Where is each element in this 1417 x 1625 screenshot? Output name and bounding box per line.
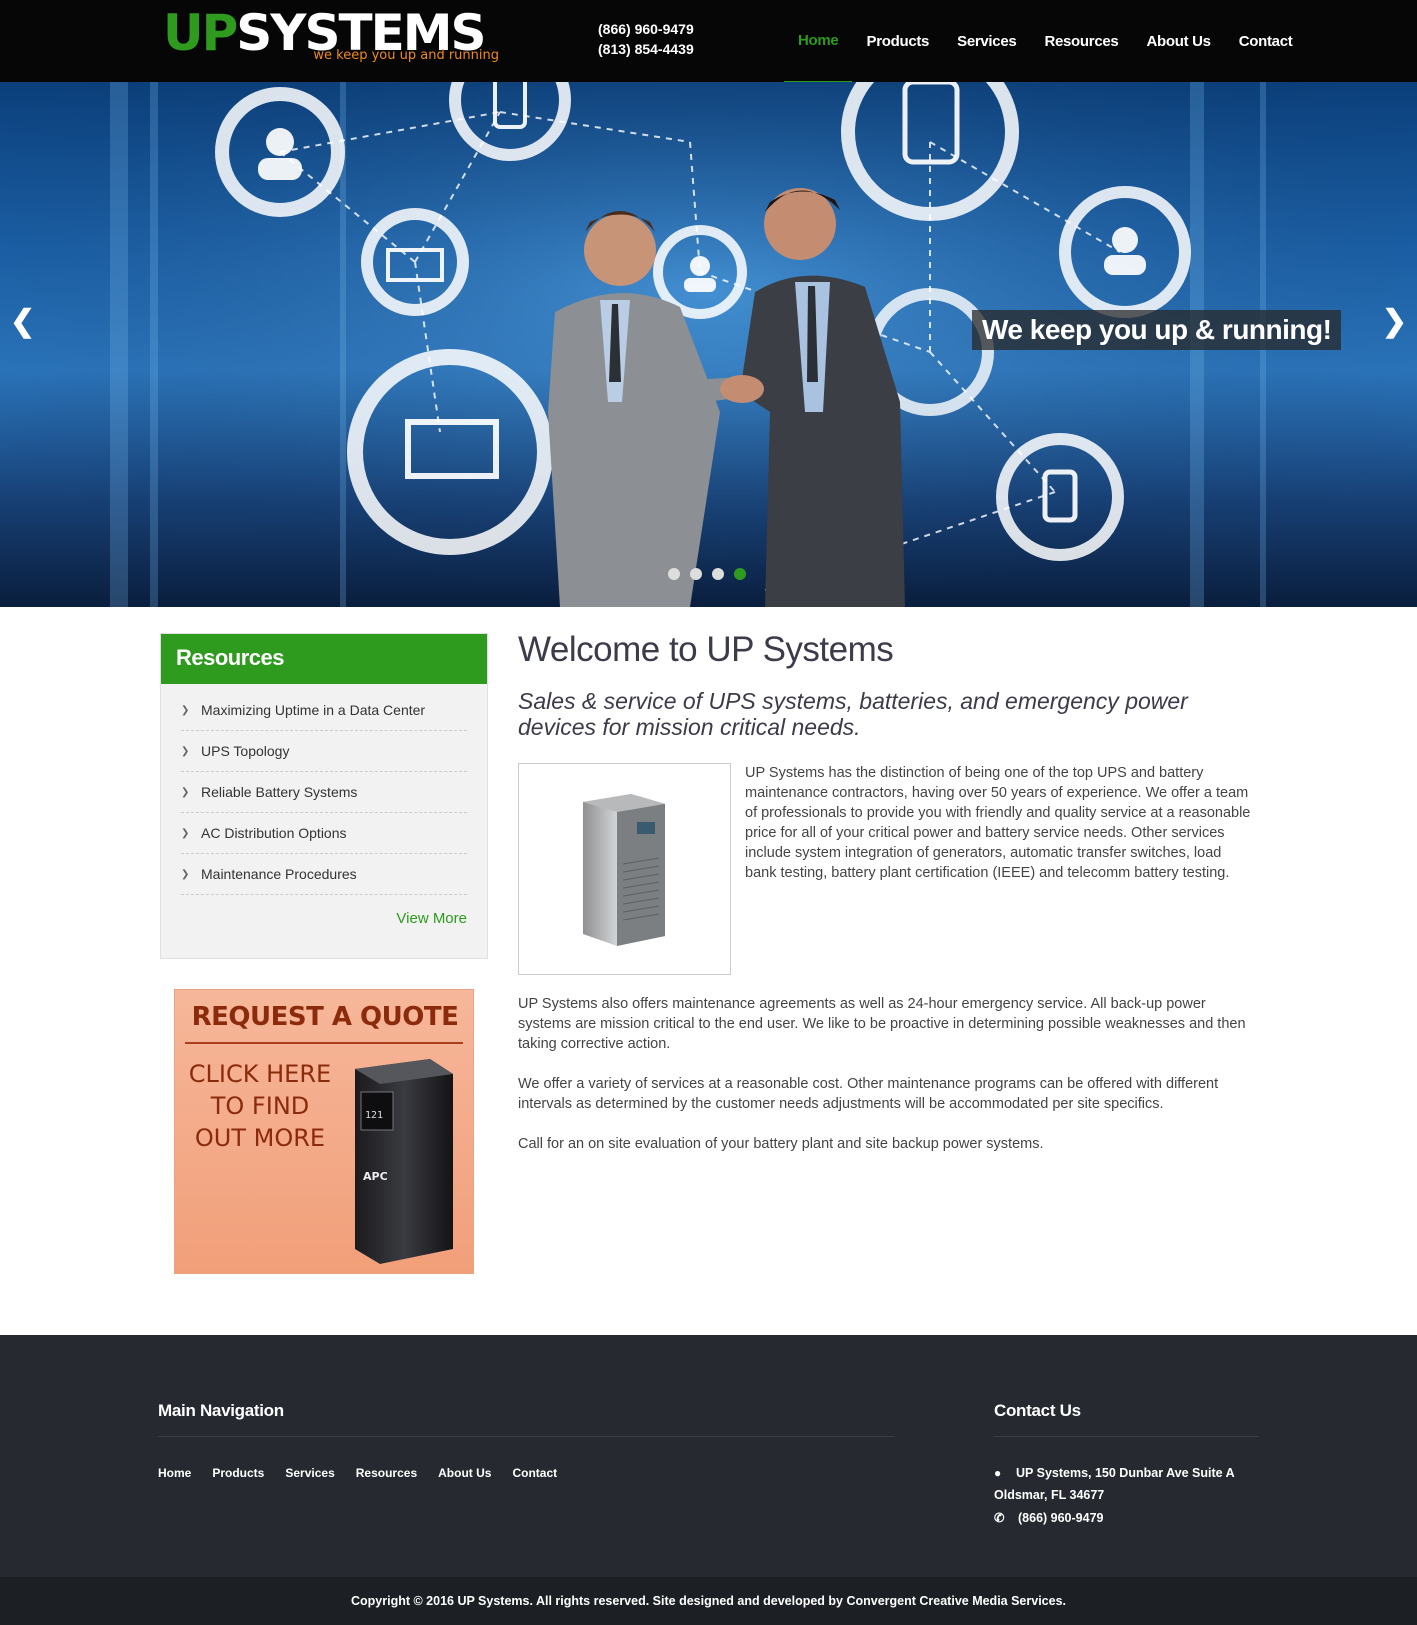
resource-label: AC Distribution Options	[201, 825, 347, 841]
resource-link[interactable]: ❯ Maintenance Procedures	[181, 854, 467, 895]
resource-link[interactable]: ❯ Maximizing Uptime in a Data Center	[181, 690, 467, 731]
view-more-link[interactable]: View More	[396, 910, 467, 927]
product-image	[518, 763, 731, 975]
resource-link[interactable]: ❯ UPS Topology	[181, 731, 467, 772]
footer-nav-products[interactable]: Products	[212, 1466, 264, 1480]
chevron-right-icon: ❯	[1381, 305, 1407, 338]
bullet-icon: ❯	[181, 827, 190, 839]
phone-secondary[interactable]: (813) 854-4439	[598, 39, 694, 59]
resources-panel: Resources ❯ Maximizing Uptime in a Data C…	[160, 633, 488, 959]
site-header: UPSYSTEMS we keep you up and running (86…	[0, 0, 1417, 82]
logo-up-text: UP	[163, 4, 238, 62]
copyright-bar: Copyright © 2016 UP Systems. All rights …	[0, 1577, 1417, 1625]
main-nav: Home Products Services Resources About U…	[784, 0, 1306, 82]
body-paragraph: UP Systems also offers maintenance agree…	[518, 996, 1246, 1052]
slider-dot-active[interactable]	[734, 568, 746, 580]
logo-tagline: we keep you up and running	[313, 48, 499, 63]
footer-nav-home[interactable]: Home	[158, 1466, 191, 1480]
chevron-left-icon: ❮	[10, 305, 36, 338]
slider-prev-button[interactable]: ❮	[10, 304, 35, 339]
ups-device-image: 121 APC	[355, 1059, 453, 1264]
quote-title: REQUEST A QUOTE	[191, 1002, 459, 1032]
phone-primary[interactable]: (866) 960-9479	[598, 19, 694, 39]
footer-phone-number: (866) 960-9479	[1018, 1511, 1104, 1525]
bullet-icon: ❯	[181, 745, 190, 757]
footer-nav-contact[interactable]: Contact	[512, 1466, 557, 1480]
bullet-icon: ❯	[181, 868, 190, 880]
bullet-icon: ❯	[181, 786, 190, 798]
map-marker-icon: ●	[994, 1466, 1002, 1480]
footer-nav-about-us[interactable]: About Us	[438, 1466, 491, 1480]
resource-label: Maintenance Procedures	[201, 866, 357, 882]
divider	[994, 1436, 1259, 1437]
quote-divider	[185, 1042, 463, 1044]
resources-list: ❯ Maximizing Uptime in a Data Center ❯ UPS…	[181, 690, 467, 895]
resource-link[interactable]: ❯ Reliable Battery Systems	[181, 772, 467, 813]
footer-nav-title: Main Navigation	[158, 1401, 284, 1420]
slider-dot[interactable]	[690, 568, 702, 580]
slider-dot[interactable]	[712, 568, 724, 580]
nav-contact[interactable]: Contact	[1225, 0, 1307, 82]
svg-text:121: 121	[365, 1110, 383, 1121]
nav-products[interactable]: Products	[852, 0, 943, 82]
logo[interactable]: UPSYSTEMS we keep you up and running	[163, 4, 503, 70]
address-line: Oldsmar, FL 34677	[994, 1488, 1105, 1502]
hero-slider: ❮ ❯ We keep you up & running!	[0, 82, 1417, 607]
phone-icon: ✆	[994, 1511, 1005, 1525]
resources-title: Resources	[161, 634, 487, 684]
resource-label: Reliable Battery Systems	[201, 784, 358, 800]
address-line: UP Systems, 150 Dunbar Ave Suite A	[1016, 1466, 1235, 1480]
footer-nav-services[interactable]: Services	[285, 1466, 334, 1480]
header-phones: (866) 960-9479 (813) 854-4439	[598, 19, 694, 59]
footer-phone[interactable]: ✆ (866) 960-9479	[994, 1510, 1103, 1525]
nav-about-us[interactable]: About Us	[1132, 0, 1224, 82]
page-subtitle: Sales & service of UPS systems, batterie…	[518, 688, 1188, 740]
footer-nav-resources[interactable]: Resources	[356, 1466, 417, 1480]
quote-cta-text: CLICK HERE TO FIND OUT MORE	[188, 1060, 332, 1152]
footer-contact-title: Contact Us	[994, 1401, 1081, 1420]
body-paragraph: We offer a variety of services at a reas…	[518, 1076, 1219, 1112]
nav-resources[interactable]: Resources	[1030, 0, 1132, 82]
bullet-icon: ❯	[181, 704, 190, 716]
resource-link[interactable]: ❯ AC Distribution Options	[181, 813, 467, 854]
intro-paragraph: UP Systems has the distinction of being …	[745, 765, 1251, 881]
page-title: Welcome to UP Systems	[518, 630, 894, 669]
slider-dots	[668, 568, 746, 580]
footer-address: ● UP Systems, 150 Dunbar Ave Suite A Olds…	[994, 1462, 1235, 1506]
footer-nav: Home Products Services Resources About U…	[158, 1466, 557, 1480]
body-paragraphs: UP Systems also offers maintenance agree…	[518, 994, 1258, 1174]
nav-services[interactable]: Services	[943, 0, 1030, 82]
resource-label: Maximizing Uptime in a Data Center	[201, 702, 426, 718]
nav-home[interactable]: Home	[784, 0, 853, 82]
svg-text:APC: APC	[363, 1170, 388, 1183]
site-footer: Main Navigation Home Products Services R…	[0, 1335, 1417, 1577]
slider-dot[interactable]	[668, 568, 680, 580]
resource-label: UPS Topology	[201, 743, 290, 759]
body-paragraph: Call for an on site evaluation of your b…	[518, 1136, 1044, 1152]
request-quote-banner[interactable]: REQUEST A QUOTE CLICK HERE TO FIND OUT M…	[174, 989, 474, 1274]
slider-next-button[interactable]: ❯	[1382, 304, 1407, 339]
hero-caption: We keep you up & running!	[972, 310, 1342, 350]
divider	[158, 1436, 894, 1437]
main-content: Welcome to UP Systems Sales & service of…	[518, 630, 1258, 1152]
